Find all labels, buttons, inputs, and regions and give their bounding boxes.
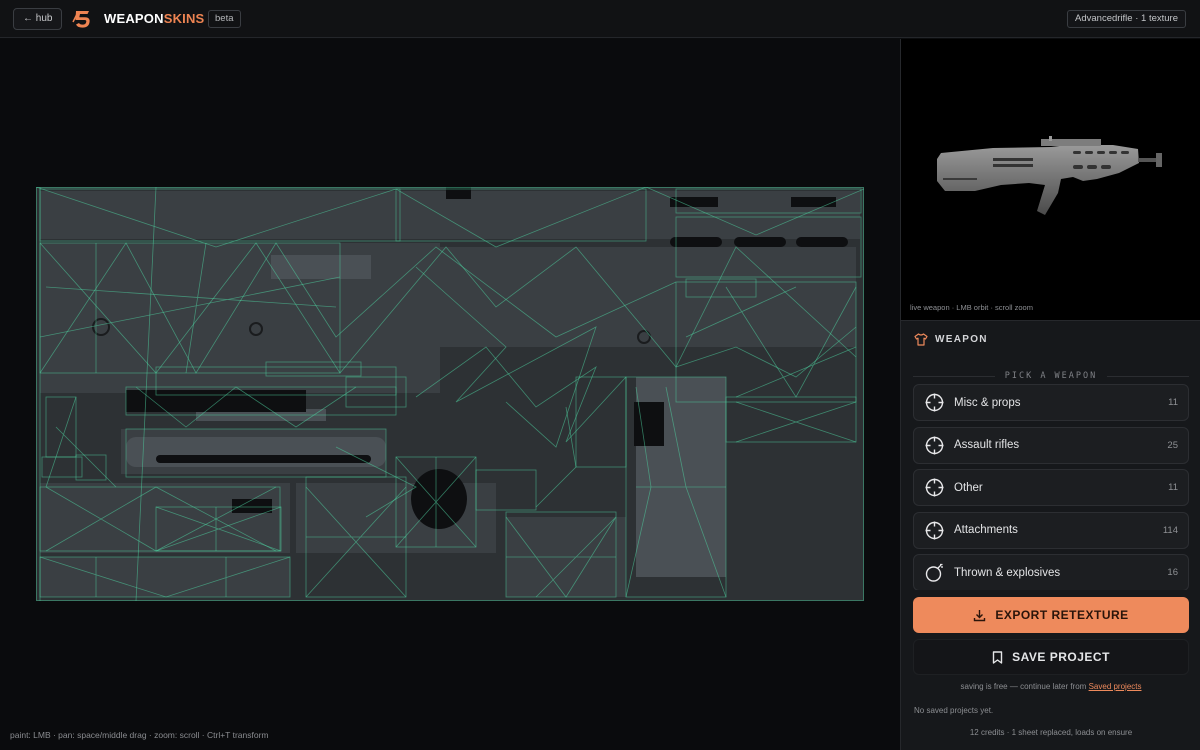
saving-note: saving is free — continue later from Sav…	[901, 682, 1200, 691]
category-count: 11	[1168, 397, 1178, 408]
weapon-section-title: WEAPON	[935, 333, 988, 345]
category-misc-props[interactable]: Misc & props 11	[913, 384, 1189, 421]
save-label: SAVE PROJECT	[1012, 650, 1110, 664]
category-count: 25	[1167, 439, 1178, 451]
saved-projects-link[interactable]: Saved projects	[1089, 682, 1142, 691]
weapon-preview-model	[937, 136, 1162, 215]
category-thrown-explosives[interactable]: Thrown & explosives 16	[913, 554, 1189, 590]
top-bar: ← hub WEAPONSKINS beta Advancedrifle · 1…	[0, 0, 1200, 38]
uv-canvas[interactable]: paint: LMB · pan: space/middle drag · zo…	[0, 39, 900, 750]
category-count: 16	[1167, 567, 1178, 578]
texture-info-badge: Advancedrifle · 1 texture	[1067, 10, 1186, 28]
crosshair-icon	[925, 436, 944, 454]
uv-texture-sheet[interactable]	[36, 187, 864, 601]
save-project-button[interactable]: SAVE PROJECT	[913, 639, 1189, 675]
weapon-category-list: Misc & props 11 Assault rifles 25 Other …	[913, 384, 1189, 590]
category-label: Assault rifles	[954, 439, 1020, 451]
canvas-controls-hint: paint: LMB · pan: space/middle drag · zo…	[10, 730, 269, 740]
bomb-icon	[925, 563, 943, 582]
brand-skins: SKINS	[163, 11, 205, 26]
export-retexture-button[interactable]: EXPORT RETEXTURE	[913, 597, 1189, 633]
export-label: EXPORT RETEXTURE	[995, 608, 1129, 622]
no-saved-projects-text: No saved projects yet.	[914, 706, 994, 715]
category-label: Other	[954, 481, 983, 494]
saving-note-text: saving is free — continue later from	[960, 682, 1087, 691]
crosshair-icon	[925, 393, 944, 412]
back-to-hub-button[interactable]: ← hub	[13, 8, 63, 30]
weapon-section-header: WEAPON	[914, 331, 988, 347]
shirt-icon	[914, 332, 928, 346]
category-other[interactable]: Other 11	[913, 469, 1189, 506]
weapon-3d-viewer[interactable]: live weapon · LMB orbit · scroll zoom	[901, 39, 1200, 321]
category-count: 114	[1162, 524, 1178, 536]
right-panel: live weapon · LMB orbit · scroll zoom WE…	[900, 39, 1200, 750]
category-count: 11	[1168, 482, 1178, 493]
category-label: Attachments	[954, 524, 1018, 536]
viewer-controls-hint: live weapon · LMB orbit · scroll zoom	[910, 303, 1033, 312]
download-icon	[974, 609, 986, 621]
crosshair-icon	[925, 521, 944, 539]
crosshair-icon	[925, 478, 944, 497]
category-assault-rifles[interactable]: Assault rifles 25	[913, 426, 1189, 464]
brand-weapon: WEAPON	[104, 11, 164, 26]
pick-weapon-label: PICK A WEAPON	[913, 371, 1189, 381]
brand-title: WEAPONSKINS	[104, 11, 204, 26]
beta-badge: beta	[208, 10, 241, 28]
credits-info: 12 credits · 1 sheet replaced, loads on …	[969, 728, 1133, 737]
logo-icon	[72, 11, 90, 28]
bookmark-icon	[992, 650, 1003, 664]
category-label: Thrown & explosives	[954, 566, 1061, 579]
category-attachments[interactable]: Attachments 114	[913, 511, 1189, 549]
category-label: Misc & props	[954, 396, 1021, 409]
